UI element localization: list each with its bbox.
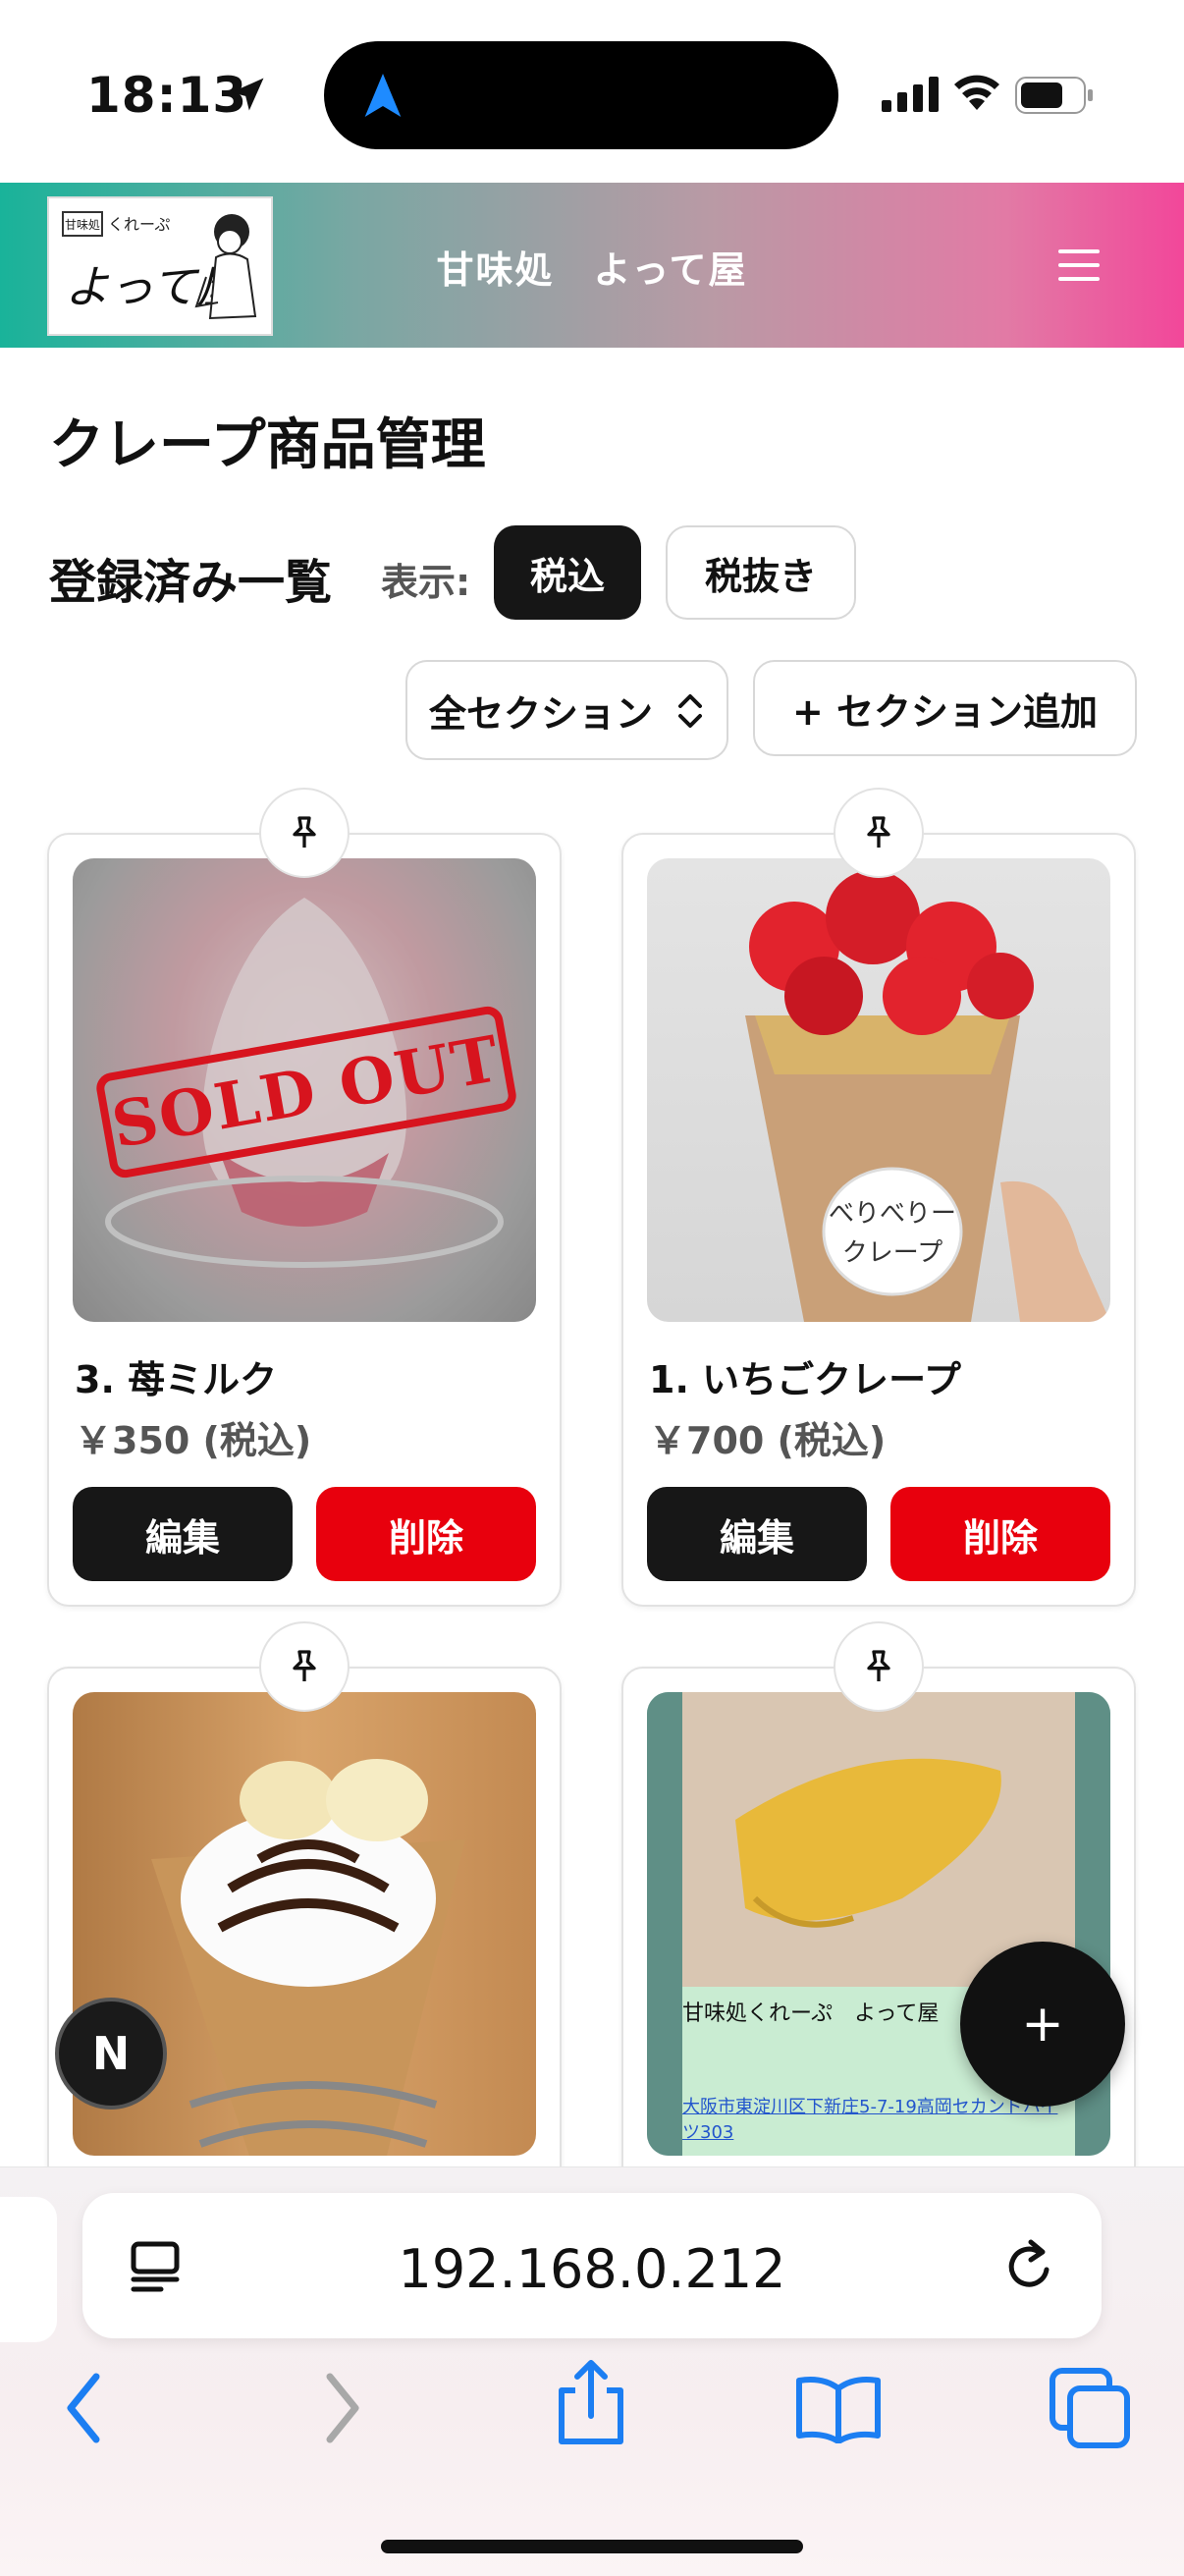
product-price: ￥350 (税込): [75, 1419, 312, 1462]
status-bar: 18:13: [0, 0, 1184, 183]
delete-button[interactable]: 削除: [316, 1487, 536, 1581]
navigation-app-icon: [364, 74, 402, 117]
pin-button[interactable]: [834, 1621, 924, 1712]
product-price: ￥700 (税込): [649, 1419, 887, 1462]
pin-button[interactable]: [259, 1621, 350, 1712]
tax-included-button[interactable]: 税込: [494, 525, 641, 620]
share-icon[interactable]: [554, 2357, 628, 2447]
edit-button[interactable]: 編集: [647, 1487, 867, 1581]
back-icon[interactable]: [59, 2369, 108, 2447]
site-header: 甘味処 くれーぷ よって屋 甘味処 よって屋: [0, 183, 1184, 348]
svg-text:くれーぷ: くれーぷ: [108, 215, 170, 234]
location-arrow-icon: [231, 78, 264, 111]
tax-display-label: 表示:: [381, 561, 471, 604]
home-indicator: [381, 2540, 803, 2553]
svg-text:クレープ: クレープ: [842, 1238, 942, 1268]
tax-excluded-button[interactable]: 税抜き: [666, 525, 856, 620]
product-name: 1. いちごクレープ: [649, 1358, 961, 1401]
edit-button[interactable]: 編集: [73, 1487, 293, 1581]
header-title: 甘味処 よって屋: [436, 248, 748, 292]
tabs-icon[interactable]: [1049, 2367, 1131, 2449]
pin-button[interactable]: [834, 788, 924, 878]
up-down-chevron-icon: [678, 694, 702, 728]
status-time: 18:13: [86, 67, 248, 124]
wifi-icon: [954, 75, 999, 110]
page-title: クレープ商品管理: [49, 413, 486, 477]
svg-text:甘味処: 甘味処: [65, 218, 100, 232]
list-title: 登録済み一覧: [49, 555, 333, 610]
url-text: 192.168.0.212: [398, 2238, 786, 2300]
address-bar[interactable]: 192.168.0.212: [82, 2193, 1102, 2338]
cellular-signal-icon: [882, 77, 939, 112]
svg-text:べりべりー: べりべりー: [829, 1199, 956, 1229]
forward-icon[interactable]: [318, 2369, 367, 2447]
previous-tab-preview[interactable]: [0, 2197, 57, 2342]
product-image: SOLD OUT: [73, 858, 536, 1322]
pin-icon: [867, 1650, 890, 1681]
section-select-value: 全セクション: [429, 691, 654, 736]
delete-button[interactable]: 削除: [890, 1487, 1110, 1581]
pin-icon: [867, 816, 890, 848]
product-card: SOLD OUT 3. 苺ミルク ￥350 (税込) 編集 削除: [47, 833, 562, 1607]
add-product-fab[interactable]: +: [960, 1942, 1125, 2107]
pin-icon: [293, 816, 316, 848]
product-name: 3. 苺ミルク: [75, 1358, 278, 1401]
reload-icon[interactable]: [1001, 2236, 1058, 2295]
dynamic-island: [324, 41, 838, 149]
bookmarks-icon[interactable]: [795, 2375, 882, 2443]
dev-tools-badge[interactable]: N: [55, 1998, 167, 2110]
add-section-button[interactable]: + セクション追加: [753, 660, 1137, 756]
pin-button[interactable]: [259, 788, 350, 878]
menu-hamburger-icon[interactable]: [1058, 249, 1100, 281]
product-card: べりべりー クレープ 1. いちごクレープ ￥700 (税込) 編集 削除: [621, 833, 1136, 1607]
product-image: べりべりー クレープ: [647, 858, 1110, 1322]
pin-icon: [293, 1650, 316, 1681]
battery-icon: [1015, 77, 1093, 114]
section-select[interactable]: 全セクション: [405, 660, 728, 760]
